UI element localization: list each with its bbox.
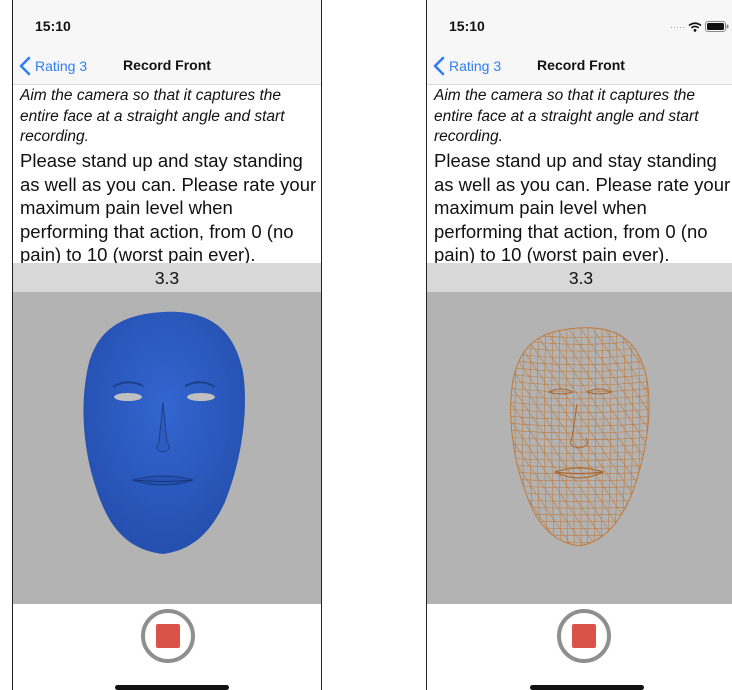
navigation-bar: Rating 3 Record Front: [13, 46, 321, 85]
status-time: 15:10: [35, 18, 71, 34]
camera-view: [13, 292, 321, 604]
rating-value: 3.3: [13, 263, 321, 292]
question-text: Please stand up and stay standing as wel…: [434, 150, 731, 265]
page-title: Record Front: [537, 57, 625, 73]
camera-view: [427, 292, 732, 604]
rating-value: 3.3: [427, 263, 732, 292]
status-time: 15:10: [449, 18, 485, 34]
question-text: Please stand up and stay standing as wel…: [20, 150, 317, 265]
home-indicator: [115, 685, 229, 690]
status-icons: ·····: [670, 21, 729, 32]
phone-screen-right: 15:10 ····· Rating 3 Record Front Aim th…: [426, 0, 732, 690]
wifi-icon: [688, 21, 702, 32]
battery-icon: [705, 21, 729, 32]
status-bar: 15:10: [13, 0, 321, 46]
signal-icon: ·····: [670, 21, 685, 32]
stop-icon: [156, 624, 180, 648]
instruction-text: Aim the camera so that it captures the e…: [434, 87, 699, 145]
instruction-text: Aim the camera so that it captures the e…: [20, 87, 285, 145]
face-mesh-solid: [83, 311, 245, 554]
record-stop-button[interactable]: [141, 609, 195, 663]
stop-icon: [572, 624, 596, 648]
face-mesh-wireframe: [510, 327, 650, 547]
page-title: Record Front: [123, 57, 211, 73]
record-stop-button[interactable]: [557, 609, 611, 663]
home-indicator: [530, 685, 644, 690]
status-bar: 15:10 ·····: [427, 0, 732, 46]
navigation-bar: Rating 3 Record Front: [427, 46, 732, 85]
phone-screen-left: 15:10 Rating 3 Record Front Aim the came…: [12, 0, 322, 690]
